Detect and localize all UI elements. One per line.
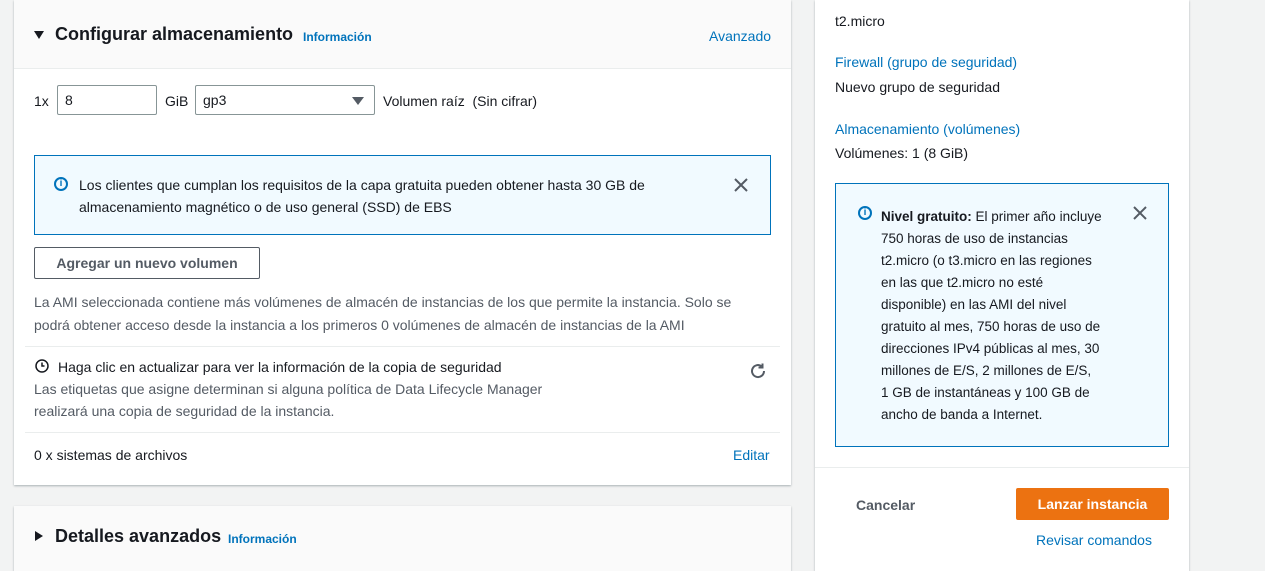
firewall-link[interactable]: Firewall (grupo de seguridad) bbox=[835, 54, 1017, 70]
instance-type-value: t2.micro bbox=[835, 13, 885, 29]
ami-notice-line1: La AMI seleccionada contiene más volúmen… bbox=[34, 294, 732, 310]
launch-instance-button[interactable]: Lanzar instancia bbox=[1016, 488, 1169, 520]
review-commands-link[interactable]: Revisar comandos bbox=[1036, 532, 1152, 548]
clock-icon bbox=[35, 359, 49, 373]
free-tier-label: Nivel gratuito: bbox=[881, 209, 972, 224]
volume-size-input[interactable]: 8 bbox=[57, 85, 157, 115]
alert-text-line1: Los clientes que cumplan los requisitos … bbox=[79, 177, 645, 193]
backup-desc-line1: Las etiquetas que asigne determinan si a… bbox=[34, 381, 543, 397]
refresh-icon[interactable] bbox=[749, 362, 767, 380]
advanced-info-link[interactable]: Información bbox=[228, 532, 297, 546]
volume-type-select[interactable]: gp3 bbox=[195, 85, 375, 115]
cancel-button[interactable]: Cancelar bbox=[856, 497, 915, 513]
volume-count-label: 1x bbox=[34, 93, 49, 109]
free-tier-text-line: disponible) en las AMI del nivel bbox=[881, 297, 1067, 312]
divider bbox=[25, 432, 780, 433]
add-volume-button[interactable]: Agregar un nuevo volumen bbox=[34, 247, 260, 279]
free-tier-text-line: gratuito al mes, 750 horas de uso de bbox=[881, 319, 1101, 334]
backup-title: Haga clic en actualizar para ver la info… bbox=[58, 359, 502, 375]
info-icon: i bbox=[54, 177, 68, 191]
storage-panel: Configurar almacenamiento Información Av… bbox=[14, 0, 791, 485]
summary-panel: t2.micro Firewall (grupo de seguridad) N… bbox=[815, 0, 1189, 571]
free-tier-text-line: ancho de banda a Internet. bbox=[881, 407, 1043, 422]
free-tier-text-line: 1 GB de instantáneas y 100 GB de bbox=[881, 385, 1090, 400]
firewall-value: Nuevo grupo de seguridad bbox=[835, 79, 1001, 95]
alert-text-line2: almacenamiento magnético o de uso genera… bbox=[79, 199, 452, 215]
free-tier-text-line: El primer año incluye bbox=[975, 209, 1102, 224]
caret-down-icon[interactable] bbox=[34, 31, 44, 39]
root-volume-label: Volumen raíz (Sin cifrar) bbox=[383, 93, 538, 109]
close-icon[interactable] bbox=[733, 177, 749, 193]
free-tier-text-line: direcciones IPv4 públicas al mes, 30 bbox=[881, 341, 1100, 356]
close-icon[interactable] bbox=[1132, 205, 1148, 221]
free-tier-alert: i Los clientes que cumplan los requisito… bbox=[34, 155, 771, 235]
advanced-link[interactable]: Avanzado bbox=[709, 28, 771, 44]
free-tier-info-box: i Nivel gratuito: El primer año incluye … bbox=[835, 183, 1169, 447]
storage-info-link[interactable]: Información bbox=[303, 30, 372, 44]
free-tier-text-line: en las que t2.micro no esté bbox=[881, 275, 1044, 290]
ami-notice-line2: podrá obtener acceso desde la instancia … bbox=[34, 317, 685, 333]
edit-file-systems-link[interactable]: Editar bbox=[733, 447, 770, 463]
volume-type-value: gp3 bbox=[203, 92, 227, 108]
free-tier-text-line: millones de E/S, 2 millones de E/S, bbox=[881, 363, 1092, 378]
advanced-details-panel[interactable]: Detalles avanzados Información bbox=[14, 506, 791, 571]
dropdown-arrow-icon bbox=[352, 97, 364, 105]
volume-unit-label: GiB bbox=[165, 93, 189, 109]
storage-title: Configurar almacenamiento bbox=[55, 24, 294, 44]
backup-desc-line2: realizará una copia de seguridad de la i… bbox=[34, 403, 335, 419]
caret-right-icon[interactable] bbox=[35, 531, 43, 541]
storage-header[interactable]: Configurar almacenamiento Información Av… bbox=[14, 0, 791, 69]
divider bbox=[25, 346, 780, 347]
free-tier-text-line: t2.micro (o t3.micro en las regiones bbox=[881, 253, 1092, 268]
storage-volumes-value: Volúmenes: 1 (8 GiB) bbox=[835, 145, 969, 161]
file-systems-label: 0 x sistemas de archivos bbox=[34, 447, 188, 463]
storage-volumes-link[interactable]: Almacenamiento (volúmenes) bbox=[835, 121, 1020, 137]
advanced-title: Detalles avanzados bbox=[55, 526, 222, 546]
free-tier-text: Nivel gratuito: El primer año incluye 75… bbox=[881, 206, 1126, 426]
free-tier-text-line: 750 horas de uso de instancias bbox=[881, 231, 1068, 246]
info-icon: i bbox=[858, 206, 872, 220]
divider bbox=[815, 467, 1189, 468]
